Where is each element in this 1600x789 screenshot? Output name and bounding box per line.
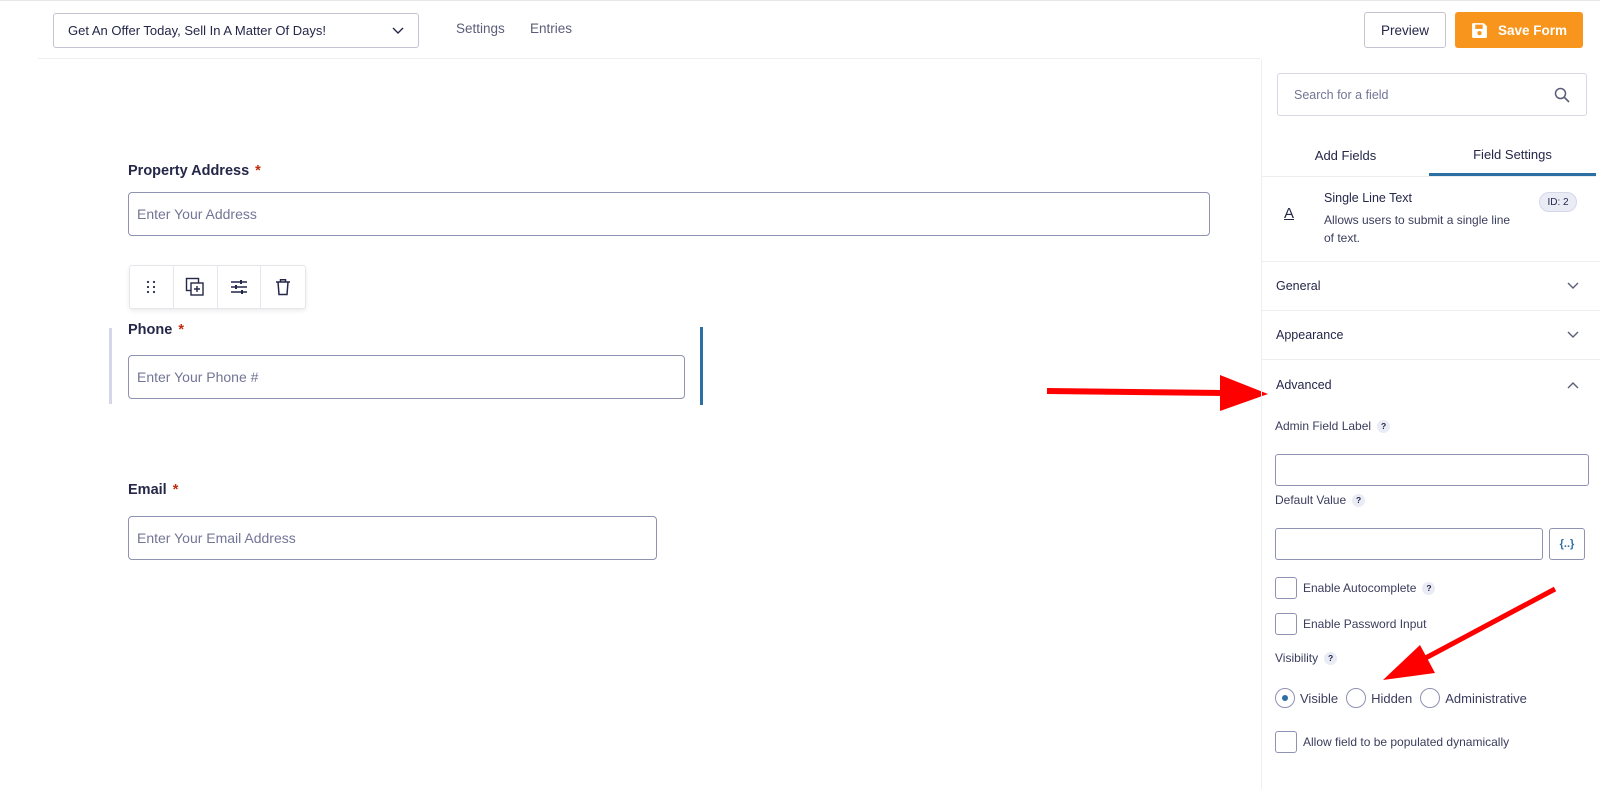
duplicate-icon[interactable] xyxy=(174,266,218,308)
required-asterisk: * xyxy=(178,322,184,338)
email-input[interactable]: Enter Your Email Address xyxy=(128,516,657,560)
annotation-arrow-advanced xyxy=(1046,375,1268,411)
radio-visible[interactable] xyxy=(1275,688,1295,708)
property-address-input[interactable]: Enter Your Address xyxy=(128,192,1210,236)
field-label-property-address: Property Address * xyxy=(128,163,261,179)
required-asterisk: * xyxy=(172,482,179,498)
visibility-option-hidden[interactable]: Hidden xyxy=(1346,688,1412,708)
nav-entries[interactable]: Entries xyxy=(530,21,572,36)
chevron-down-icon xyxy=(1567,331,1579,338)
enable-password-label: Enable Password Input xyxy=(1303,617,1427,631)
enable-password-row: Enable Password Input xyxy=(1275,613,1426,635)
help-icon[interactable]: ? xyxy=(1377,419,1391,433)
dynamic-population-checkbox[interactable] xyxy=(1275,731,1297,753)
save-form-button[interactable]: Save Form xyxy=(1455,12,1583,48)
field-type-info: A Single Line Text Allows users to submi… xyxy=(1262,178,1600,262)
column-resize-handle[interactable] xyxy=(700,327,703,405)
search-icon xyxy=(1554,87,1570,103)
field-settings-sidebar: Search for a field Add Fields Field Sett… xyxy=(1261,59,1600,789)
form-canvas: Property Address * Enter Your Address Pho… xyxy=(0,59,1261,789)
tab-add-fields[interactable]: Add Fields xyxy=(1262,135,1429,176)
help-icon[interactable]: ? xyxy=(1352,493,1366,507)
visibility-option-visible[interactable]: Visible xyxy=(1275,688,1338,708)
tab-field-settings[interactable]: Field Settings xyxy=(1429,135,1596,176)
form-title: Get An Offer Today, Sell In A Matter Of … xyxy=(68,23,326,38)
field-action-toolbar xyxy=(129,265,306,309)
merge-tag-button[interactable]: {..} xyxy=(1549,528,1585,560)
phone-input[interactable]: Enter Your Phone # xyxy=(128,355,685,399)
enable-password-checkbox[interactable] xyxy=(1275,613,1297,635)
selected-field-left-marker xyxy=(109,328,112,404)
section-appearance[interactable]: Appearance xyxy=(1262,311,1600,360)
preview-button[interactable]: Preview xyxy=(1364,12,1446,48)
dynamic-population-label: Allow field to be populated dynamically xyxy=(1303,735,1510,749)
settings-sliders-icon[interactable] xyxy=(218,266,262,308)
trash-icon[interactable] xyxy=(261,266,305,308)
help-icon[interactable]: ? xyxy=(1324,651,1338,665)
field-id-badge: ID: 2 xyxy=(1539,192,1577,212)
chevron-down-icon xyxy=(392,27,404,34)
radio-hidden[interactable] xyxy=(1346,688,1367,708)
form-switcher-dropdown[interactable]: Get An Offer Today, Sell In A Matter Of … xyxy=(53,13,419,48)
section-advanced-label: Advanced xyxy=(1276,377,1332,392)
dynamic-population-row: Allow field to be populated dynamically xyxy=(1275,731,1509,753)
required-asterisk: * xyxy=(255,163,261,179)
visibility-label: Visibility? xyxy=(1275,651,1338,665)
admin-field-label-input[interactable] xyxy=(1275,454,1589,486)
visibility-option-administrative[interactable]: Administrative xyxy=(1420,688,1527,708)
visibility-radio-group: Visible Hidden Administrative xyxy=(1275,688,1535,708)
floppy-disk-icon xyxy=(1472,22,1487,38)
drag-handle-icon[interactable] xyxy=(130,266,174,308)
help-icon[interactable]: ? xyxy=(1422,581,1436,595)
admin-field-label-label: Admin Field Label? xyxy=(1275,419,1391,433)
enable-autocomplete-checkbox[interactable] xyxy=(1275,577,1297,599)
default-value-input[interactable] xyxy=(1275,528,1543,560)
section-appearance-label: Appearance xyxy=(1276,328,1344,342)
chevron-up-icon xyxy=(1567,381,1579,388)
nav-settings[interactable]: Settings xyxy=(456,21,505,36)
enable-autocomplete-row: Enable Autocomplete ? xyxy=(1275,577,1436,599)
text-field-icon: A xyxy=(1284,205,1295,222)
field-label-email: Email * xyxy=(128,482,179,498)
radio-administrative[interactable] xyxy=(1420,688,1441,708)
field-type-title: Single Line Text xyxy=(1324,191,1413,205)
save-form-label: Save Form xyxy=(1497,22,1568,38)
chevron-down-icon xyxy=(1567,282,1579,289)
top-bar: Get An Offer Today, Sell In A Matter Of … xyxy=(0,0,1600,59)
field-label-phone: Phone * xyxy=(128,322,184,338)
sidebar-tabs: Add Fields Field Settings xyxy=(1262,135,1596,177)
search-placeholder: Search for a field xyxy=(1294,87,1389,102)
enable-autocomplete-label: Enable Autocomplete xyxy=(1303,581,1417,595)
default-value-label: Default Value? xyxy=(1275,493,1366,507)
section-general[interactable]: General xyxy=(1262,262,1600,311)
field-search-input[interactable]: Search for a field xyxy=(1277,73,1587,116)
section-general-label: General xyxy=(1276,279,1321,293)
section-advanced[interactable]: Advanced xyxy=(1262,360,1600,409)
field-type-description: Allows users to submit a single line of … xyxy=(1324,213,1511,245)
